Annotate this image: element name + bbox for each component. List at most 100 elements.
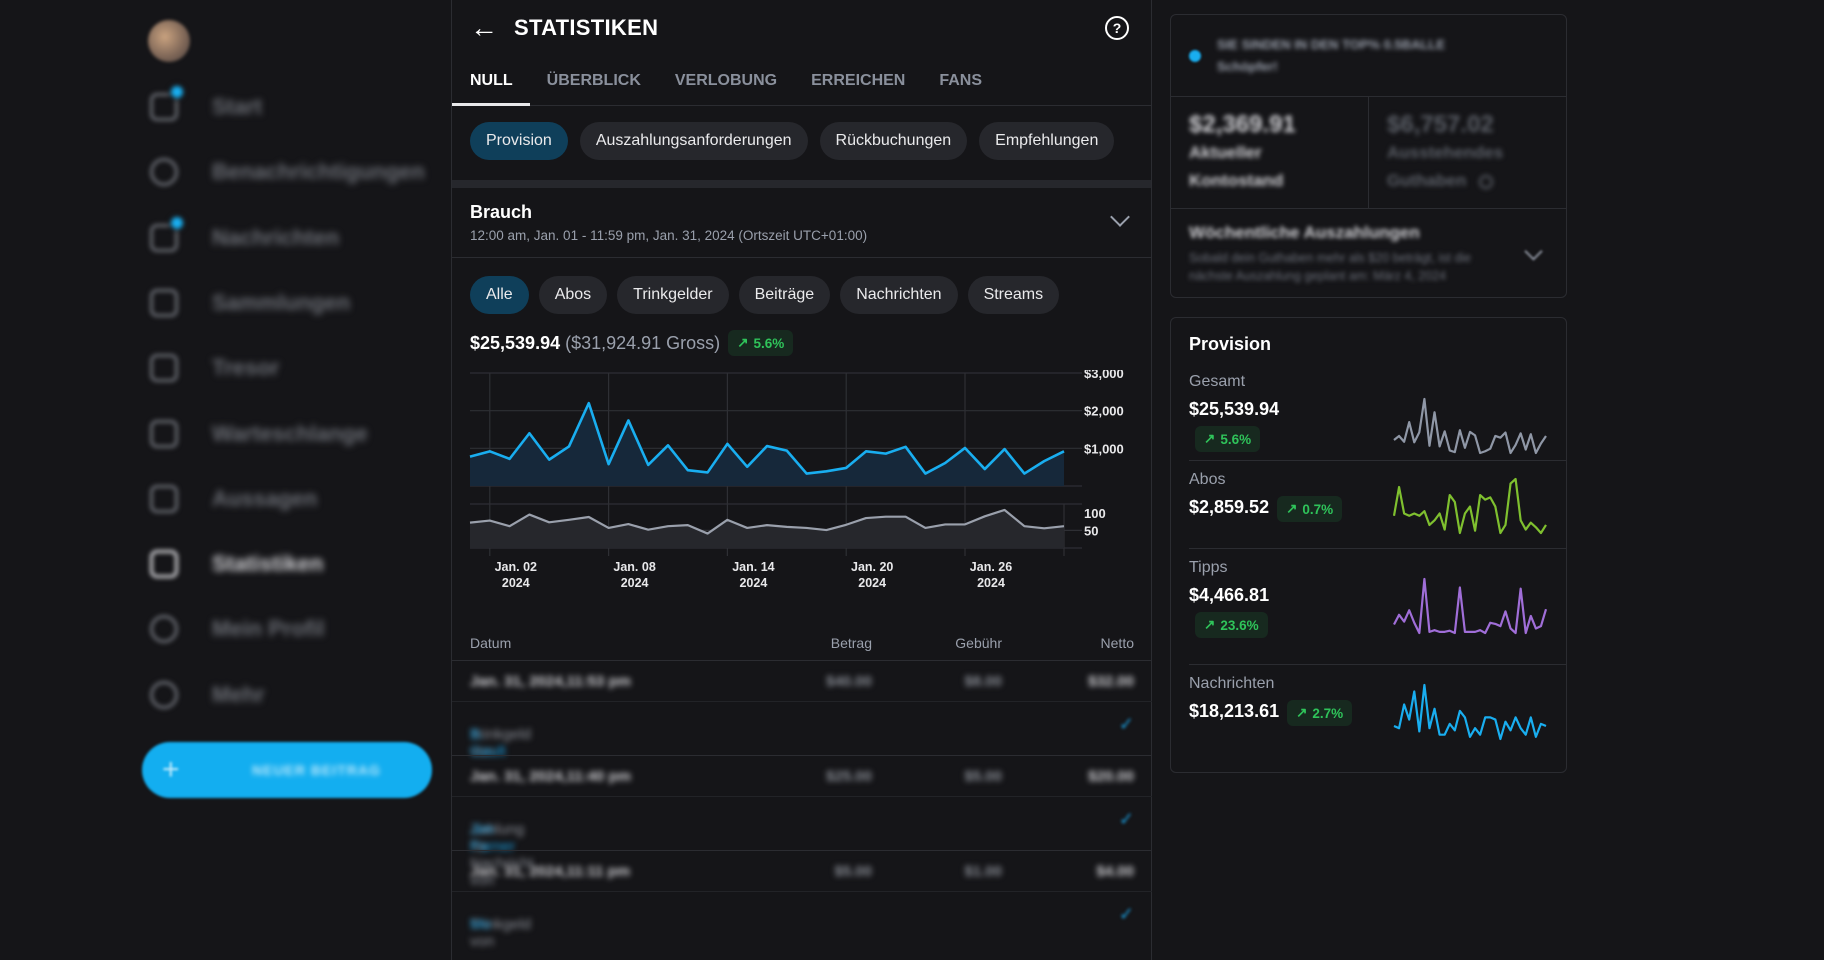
change-value: 5.6% [1220, 431, 1252, 447]
table-header: Datum Betrag Gebühr Netto [452, 630, 1152, 660]
current-balance-label: Aktueller [1189, 143, 1262, 162]
x-tick-year: 2024 [621, 576, 649, 590]
sparkline-line [1393, 397, 1547, 455]
y-tick-label: $1,000 [1084, 441, 1124, 456]
gross-total: ($31,924.91 Gross) [565, 332, 721, 353]
vault-icon [150, 354, 178, 383]
series-area-count [470, 509, 1064, 548]
sidebar-item-aussagen[interactable]: Aussagen [150, 479, 317, 519]
row-user-link[interactable]: Mo [470, 916, 491, 933]
pending-label-text: Guthaben [1387, 171, 1467, 190]
more-icon [150, 680, 178, 709]
x-tick-year: 2024 [977, 576, 1005, 590]
bookmark-icon [150, 288, 178, 317]
filter-chip-abos[interactable]: Abos [538, 276, 608, 314]
current-balance: $2,369.91 Aktueller Kontostand [1171, 97, 1369, 208]
x-tick-year: 2024 [502, 576, 530, 590]
chip-rückbuchungen[interactable]: Rückbuchungen [819, 122, 968, 160]
tab-fans[interactable]: FANS [922, 56, 999, 105]
provision-row-tipps: Tipps $4,466.81 ↗ 23.6% [1189, 549, 1566, 665]
provision-value: $4,466.81 [1189, 585, 1270, 605]
weekly-payouts[interactable]: Wöchentliche Auszahlungen Sobald dein Gu… [1171, 209, 1566, 297]
pending-balance: $6,757.02 Ausstehendes Guthaben [1369, 97, 1566, 208]
weekly-payouts-title: Wöchentliche Auszahlungen [1189, 223, 1420, 242]
chip-auszahlungsanforderungen[interactable]: Auszahlungsanforderungen [579, 122, 808, 160]
notification-dot [169, 214, 185, 231]
y2-tick-label: 100 [1084, 506, 1106, 521]
row-fee: $8.00 [964, 673, 1002, 690]
earnings-chart: $3,000 $2,000 $1,000 100 50 Jan. 02 2024 Jan. 0… [452, 366, 1152, 590]
sidebar-item-label: Mein Profil [212, 616, 325, 642]
x-tick-year: 2024 [739, 576, 767, 590]
info-icon[interactable] [1479, 174, 1494, 189]
filter-chip-streams[interactable]: Streams [967, 276, 1060, 314]
trend-up-icon: ↗ [1296, 705, 1308, 720]
page-header: ← STATISTIKEN ? [452, 0, 1151, 56]
pending-balance-amount: $6,757.02 [1387, 111, 1494, 138]
new-post-label: NEUER BEITRAG [252, 762, 381, 778]
filter-chip-beiträge[interactable]: Beiträge [738, 276, 831, 314]
y2-tick-label: 50 [1084, 523, 1098, 538]
chip-empfehlungen[interactable]: Empfehlungen [979, 122, 1115, 160]
tab-überblick[interactable]: ÜBERBLICK [530, 56, 658, 105]
sidebar-item-statistiken[interactable]: Statistiken [150, 544, 323, 584]
change-value: 23.6% [1220, 617, 1259, 633]
sidebar-item-warteschlange[interactable]: Warteschlange [150, 414, 368, 454]
change-value: 2.7% [1312, 705, 1344, 721]
sparkline [1393, 683, 1547, 741]
provision-row-nachrichten: Nachrichten $18,213.61 ↗ 2.7% [1189, 665, 1566, 755]
filter-chip-nachrichten[interactable]: Nachrichten [840, 276, 958, 314]
help-icon[interactable]: ? [1105, 16, 1129, 40]
row-amount: $5.00 [834, 863, 872, 880]
category-chips: Provision Auszahlungsanforderungen Rückbuc… [452, 106, 1151, 176]
sidebar-item-label: Statistiken [212, 551, 324, 577]
sparkline-line [1393, 577, 1548, 635]
table-row[interactable]: Jan. 31, 2024,11:11 pm $5.00 $1.00 $4.00 Tri… [452, 850, 1152, 950]
y-tick-label: $3,000 [1084, 370, 1124, 381]
trend-up-icon: ↗ [1204, 431, 1216, 446]
provision-card: Provision Gesamt $25,539.94 ↗ 5.6% Abos $2,85… [1170, 317, 1567, 773]
plus-icon: + [162, 753, 180, 786]
provision-label: Gesamt [1189, 373, 1246, 390]
row-date: Jan. 31, 2024,11:11 pm [470, 863, 631, 880]
range-dates: 12:00 am, Jan. 01 - 11:59 pm, Jan. 31, 2… [470, 228, 868, 243]
back-arrow-icon[interactable]: ← [470, 12, 498, 44]
sidebar-item-label: Tresor [212, 355, 280, 381]
chart-icon [150, 550, 178, 579]
sidebar-item-start[interactable]: Start [150, 84, 263, 127]
avatar[interactable] [148, 20, 190, 62]
tab-erreichen[interactable]: ERREICHEN [794, 56, 922, 105]
row-fee: $5.00 [964, 768, 1002, 785]
new-post-button[interactable]: + NEUER BEITRAG [142, 742, 432, 798]
table-row[interactable]: Jan. 31, 2024,11:53 pm $40.00 $8.00 $32.00 T… [452, 660, 1152, 760]
sidebar-item-mein-profil[interactable]: Mein Profil [150, 609, 324, 649]
tab-null[interactable]: NULL [452, 56, 530, 106]
sidebar-item-benachrichtigungen[interactable]: Benachrichtigungen [150, 152, 425, 192]
date-range-selector[interactable]: Brauch 12:00 am, Jan. 01 - 11:59 pm, Jan… [452, 188, 1151, 258]
provision-label: Tipps [1189, 559, 1228, 576]
profile-icon [150, 615, 178, 644]
filter-chip-alle[interactable]: Alle [470, 276, 529, 314]
page-title: STATISTIKEN [514, 15, 659, 40]
change-value: 5.6% [753, 335, 785, 351]
sidebar-item-label: Start [212, 94, 263, 119]
change-badge: ↗ 5.6% [728, 330, 794, 356]
sidebar-item-sammlungen[interactable]: Sammlungen [150, 283, 350, 323]
table-row[interactable]: Jan. 31, 2024,11:40 pm $25.00 $5.00 $20.00 Z… [452, 755, 1152, 889]
provision-row-abos: Abos $2,859.52 ↗ 0.7% [1189, 461, 1566, 549]
sidebar-item-label: Benachrichtigungen [212, 159, 425, 185]
tab-verlobung[interactable]: VERLOBUNG [658, 56, 794, 105]
chip-provision[interactable]: Provision [470, 122, 568, 160]
sidebar-item-label: Nachrichten [212, 224, 340, 250]
current-balance-amount: $2,369.91 [1189, 111, 1296, 138]
filter-chip-trinkgelder[interactable]: Trinkgelder [617, 276, 729, 314]
row-amount: $40.00 [826, 673, 872, 690]
sidebar-item-tresor[interactable]: Tresor [150, 348, 279, 388]
pending-balance-label2: Guthaben [1387, 167, 1548, 195]
sidebar-item-mehr[interactable]: Mehr [150, 675, 265, 715]
sidebar-item-nachrichten[interactable]: Nachrichten [150, 214, 340, 258]
y-tick-label: $2,000 [1084, 404, 1124, 419]
provision-value: $18,213.61 [1189, 701, 1280, 721]
col-amount: Betrag [830, 635, 872, 651]
top-creator-banner: SIE SINDEN IN DEN TOP% 0.5BALLE Schöpfer… [1171, 15, 1566, 97]
